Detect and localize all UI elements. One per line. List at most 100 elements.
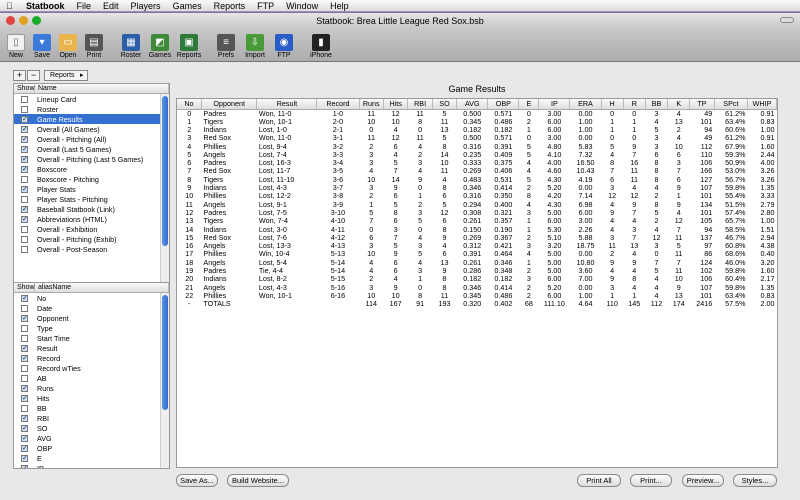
column-header[interactable]: BB	[645, 99, 669, 110]
column-header[interactable]: E	[518, 99, 540, 110]
menu-reports[interactable]: Reports	[208, 1, 252, 11]
close-window-button[interactable]	[6, 16, 15, 25]
add-button[interactable]: +	[13, 70, 26, 81]
print-button[interactable]: Print...	[630, 474, 672, 487]
toolbar-ftp-button[interactable]: ◉ FTP	[272, 34, 296, 59]
show-checkbox[interactable]: ✓	[21, 354, 28, 362]
list-item[interactable]: ✓ E	[14, 453, 169, 463]
show-checkbox[interactable]	[21, 374, 28, 382]
toolbar-open-button[interactable]: ▭ Open	[56, 34, 80, 59]
list-item[interactable]: Type	[14, 323, 169, 333]
show-checkbox[interactable]: ✓	[21, 414, 28, 422]
column-header[interactable]: RBI	[407, 99, 433, 110]
list-item[interactable]: Record wTies	[14, 363, 169, 373]
list-item[interactable]: ✓ Overall (All Games)	[14, 124, 169, 134]
list-item[interactable]: ✓ IP	[14, 463, 169, 468]
list-item[interactable]: ✓ Overall (Last 5 Games)	[14, 144, 169, 154]
list-item[interactable]: ✓ Baseball Statbook (Link)	[14, 204, 169, 214]
list-item[interactable]: Lineup Card	[14, 94, 169, 104]
list-item[interactable]: Roster	[14, 104, 169, 114]
list-item[interactable]: ✓ Hits	[14, 393, 169, 403]
show-checkbox[interactable]	[21, 404, 28, 412]
list-item[interactable]: ✓ Boxscore	[14, 164, 169, 174]
list-item[interactable]: ✓ Result	[14, 343, 169, 353]
toolbar-games-button[interactable]: ◩ Games	[148, 34, 172, 59]
toolbar-import-button[interactable]: ⇩ Import	[240, 34, 270, 59]
show-checkbox[interactable]: ✓	[21, 145, 28, 153]
reports-scroll-thumb[interactable]	[162, 96, 168, 246]
build-website-button[interactable]: Build Website...	[227, 474, 289, 487]
menu-games[interactable]: Games	[167, 1, 208, 11]
show-checkbox[interactable]: ✓	[21, 424, 28, 432]
columns-scroll-thumb[interactable]	[162, 295, 168, 410]
column-header[interactable]: OBP	[487, 99, 520, 110]
list-item[interactable]: ✓ Record	[14, 353, 169, 363]
toolbar-roster-button[interactable]: ▦ Roster	[116, 34, 146, 59]
list-item[interactable]: Date	[14, 303, 169, 313]
show-checkbox[interactable]	[21, 364, 28, 372]
show-checkbox[interactable]: ✓	[21, 215, 28, 223]
show-checkbox[interactable]	[21, 195, 28, 203]
show-checkbox[interactable]: ✓	[21, 155, 28, 163]
column-header[interactable]: AVG	[456, 99, 489, 110]
column-header[interactable]: H	[601, 99, 624, 110]
header-alias-name[interactable]: aliasName	[35, 283, 169, 292]
show-checkbox[interactable]	[21, 105, 28, 113]
show-checkbox[interactable]: ✓	[21, 125, 28, 133]
list-item[interactable]: Overall - Exhibition	[14, 224, 169, 234]
save-as-button[interactable]: Save As...	[176, 474, 218, 487]
column-header[interactable]: Runs	[359, 99, 384, 110]
header-show[interactable]: Show	[14, 283, 35, 292]
list-item[interactable]: ✓ Game Results	[14, 114, 169, 124]
show-checkbox[interactable]: ✓	[21, 464, 28, 468]
show-checkbox[interactable]: ✓	[21, 115, 28, 123]
list-item[interactable]: ✓ No	[14, 293, 169, 303]
show-checkbox[interactable]: ✓	[21, 344, 28, 352]
header-name[interactable]: Name	[35, 84, 169, 93]
preview-button[interactable]: Preview...	[682, 474, 724, 487]
list-item[interactable]: ✓ Overall - Pitching (Last 5 Games)	[14, 154, 169, 164]
menu-players[interactable]: Players	[125, 1, 167, 11]
show-checkbox[interactable]	[21, 334, 28, 342]
menu-edit[interactable]: Edit	[97, 1, 125, 11]
menu-help[interactable]: Help	[324, 1, 355, 11]
show-checkbox[interactable]	[21, 95, 28, 103]
toolbar-save-button[interactable]: ▾ Save	[30, 34, 54, 59]
list-item[interactable]: Overall - Post-Season	[14, 244, 169, 254]
minimize-window-button[interactable]	[19, 16, 28, 25]
show-checkbox[interactable]: ✓	[21, 444, 28, 452]
apple-menu-icon[interactable]: 	[6, 1, 20, 11]
show-checkbox[interactable]	[21, 304, 28, 312]
list-item[interactable]: BB	[14, 403, 169, 413]
menu-file[interactable]: File	[71, 1, 98, 11]
toolbar-prefs-button[interactable]: ≡ Prefs	[214, 34, 238, 59]
styles-button[interactable]: Styles...	[733, 474, 777, 487]
list-item[interactable]: AB	[14, 373, 169, 383]
toolbar-print-button[interactable]: ▤ Print	[82, 34, 106, 59]
totals-row[interactable]: - TOTALS 114 167 91 193 0.320 0.402 68 111.10 4.64…	[177, 300, 777, 308]
show-checkbox[interactable]: ✓	[21, 454, 28, 462]
list-item[interactable]: ✓ OBP	[14, 443, 169, 453]
show-checkbox[interactable]	[21, 175, 28, 183]
reports-popup[interactable]: Reports	[44, 70, 88, 81]
toolbar-reports-button[interactable]: ▣ Reports	[174, 34, 204, 59]
list-item[interactable]: ✓ Player Stats	[14, 184, 169, 194]
column-header[interactable]: WHIP	[747, 99, 777, 110]
column-header[interactable]: Record	[316, 99, 360, 110]
show-checkbox[interactable]	[21, 324, 28, 332]
column-header[interactable]: Hits	[383, 99, 409, 110]
show-checkbox[interactable]: ✓	[21, 205, 28, 213]
list-item[interactable]: ✓ Overall - Pitching (All)	[14, 134, 169, 144]
show-checkbox[interactable]: ✓	[21, 165, 28, 173]
show-checkbox[interactable]: ✓	[21, 314, 28, 322]
remove-button[interactable]: −	[27, 70, 40, 81]
list-item[interactable]: ✓ RBI	[14, 413, 169, 423]
print-all-button[interactable]: Print All	[577, 474, 621, 487]
list-item[interactable]: Player Stats - Pitching	[14, 194, 169, 204]
show-checkbox[interactable]: ✓	[21, 135, 28, 143]
column-header[interactable]: ERA	[569, 99, 602, 110]
column-header[interactable]: TP	[689, 99, 715, 110]
list-item[interactable]: ✓ AVG	[14, 433, 169, 443]
show-checkbox[interactable]	[21, 235, 28, 243]
toolbar-new-button[interactable]: ▯ New	[4, 34, 28, 59]
